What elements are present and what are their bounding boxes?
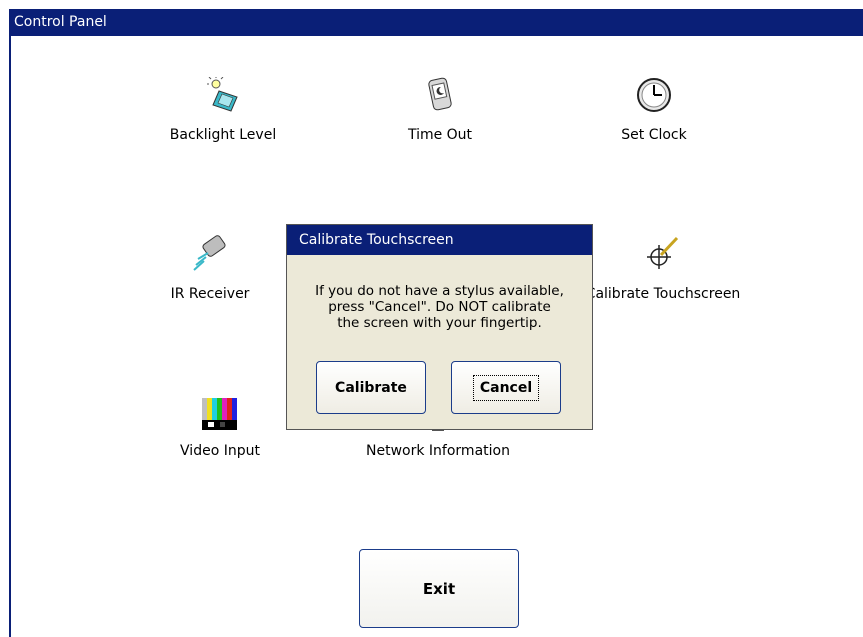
backlight-level-item[interactable]: Backlight Level — [153, 75, 293, 155]
set-clock-item[interactable]: Set Clock — [584, 75, 724, 155]
cancel-button[interactable]: Cancel — [451, 361, 561, 414]
window-title: Control Panel — [14, 14, 107, 30]
crosshair-pen-icon — [647, 236, 679, 269]
backlight-icon — [207, 77, 238, 112]
dialog-titlebar: Calibrate Touchscreen — [287, 225, 592, 255]
dialog-title: Calibrate Touchscreen — [299, 232, 454, 248]
dialog-message-line: press "Cancel". Do NOT calibrate — [328, 299, 551, 315]
calibrate-touchscreen-item[interactable]: Calibrate Touchscreen — [568, 235, 758, 315]
video-input-label: Video Input — [180, 443, 260, 459]
calibrate-button[interactable]: Calibrate — [316, 361, 426, 414]
backlight-level-label: Backlight Level — [169, 127, 277, 143]
window-titlebar: Control Panel — [9, 9, 863, 36]
dialog-message: If you do not have a stylus available, p… — [287, 283, 592, 331]
dialog-message-line: If you do not have a stylus available, — [315, 283, 564, 299]
color-bars-icon — [202, 398, 237, 430]
ir-receiver-icon — [193, 235, 226, 271]
time-out-label: Time Out — [407, 127, 473, 143]
timeout-icon — [428, 77, 452, 111]
network-information-label: Network Information — [366, 443, 510, 459]
dialog-message-line: the screen with your fingertip. — [337, 315, 542, 331]
ir-receiver-item[interactable]: IR Receiver — [155, 235, 265, 315]
ir-receiver-label: IR Receiver — [170, 286, 250, 302]
set-clock-label: Set Clock — [621, 127, 687, 143]
cancel-button-label: Cancel — [472, 374, 540, 401]
calibrate-button-label: Calibrate — [335, 379, 407, 396]
clock-icon — [637, 78, 671, 112]
time-out-item[interactable]: Time Out — [370, 75, 510, 155]
video-input-item[interactable]: Video Input — [160, 396, 280, 476]
exit-button[interactable]: Exit — [359, 549, 519, 628]
calibrate-dialog: Calibrate Touchscreen If you do not have… — [286, 224, 593, 430]
window-frame — [9, 36, 11, 637]
calibrate-touchscreen-label: Calibrate Touchscreen — [585, 286, 741, 302]
